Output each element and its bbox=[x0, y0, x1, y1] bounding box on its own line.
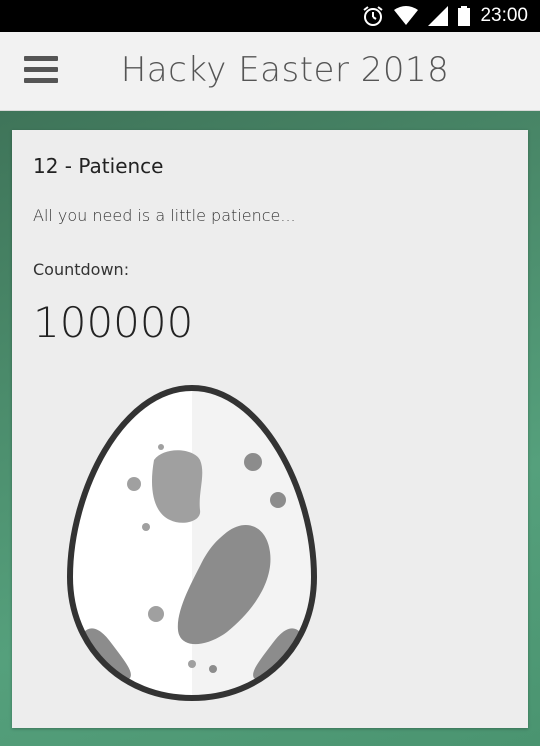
alarm-icon bbox=[363, 6, 384, 26]
challenge-card: 12 - Patience All you need is a little p… bbox=[12, 130, 528, 728]
status-bar: 23:00 bbox=[0, 0, 540, 32]
status-time: 23:00 bbox=[480, 5, 528, 26]
app-bar: Hacky Easter 2018 bbox=[0, 32, 540, 111]
countdown-value: 100000 bbox=[33, 298, 194, 347]
egg-image bbox=[66, 384, 318, 702]
wifi-icon bbox=[394, 6, 419, 25]
countdown-label: Countdown: bbox=[33, 260, 130, 279]
signal-icon bbox=[428, 6, 449, 26]
battery-icon bbox=[458, 6, 471, 26]
challenge-title: 12 - Patience bbox=[33, 154, 164, 178]
app-title: Hacky Easter 2018 bbox=[120, 50, 450, 90]
challenge-description: All you need is a little patience... bbox=[33, 206, 296, 225]
